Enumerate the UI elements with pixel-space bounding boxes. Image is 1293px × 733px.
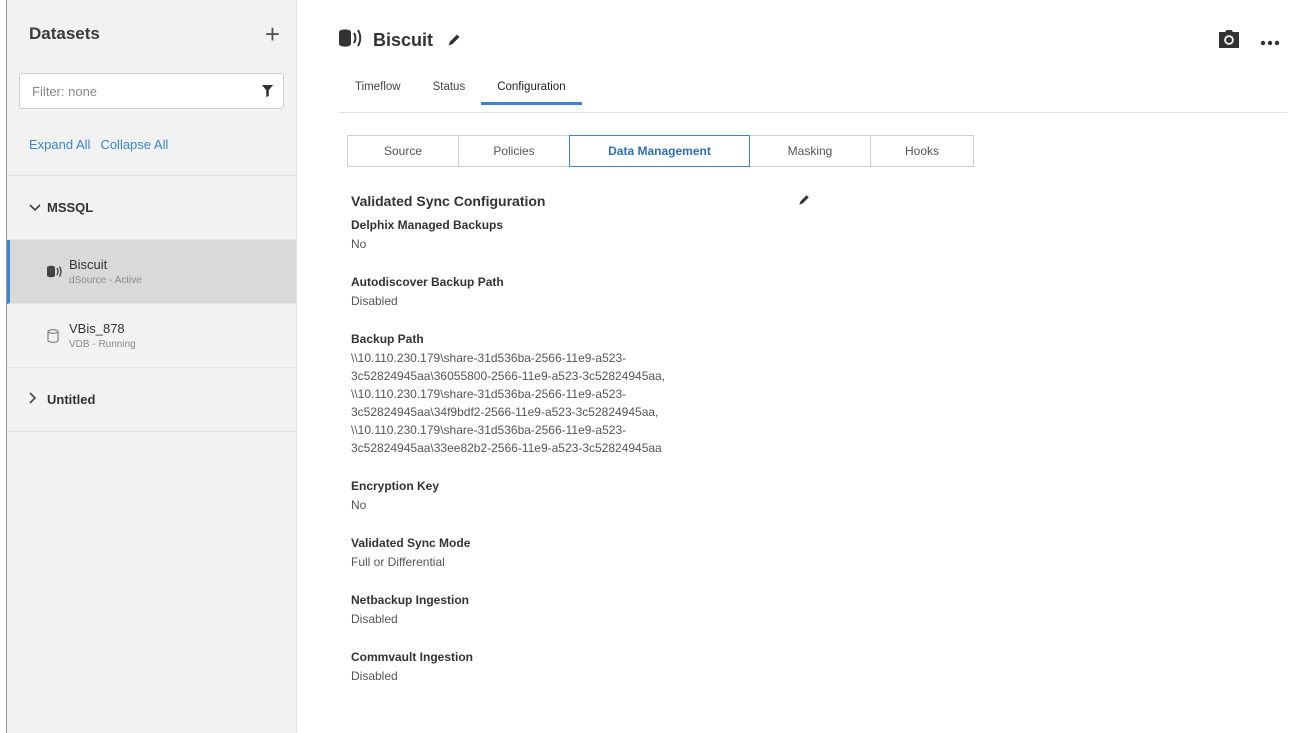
field-value: No (351, 237, 367, 251)
dsource-icon (47, 265, 69, 278)
chevron-right-icon (29, 392, 47, 407)
subtab-policies[interactable]: Policies (458, 135, 570, 167)
expand-all-link[interactable]: Expand All (29, 137, 90, 152)
pencil-icon[interactable] (447, 33, 461, 47)
main-panel: Biscuit Timeflow Status Configuration So… (297, 0, 1293, 733)
camera-icon[interactable] (1218, 30, 1240, 53)
backup-path-line: 3c52824945aa\34f9bdf2-2566-11e9-a523-3c5… (351, 405, 659, 419)
dataset-item-vbis-878[interactable]: VBis_878 VDB - Running (7, 304, 296, 368)
field-label: Encryption Key (351, 479, 440, 493)
backup-path-line: \\10.110.230.179\share-31d536ba-2566-11e… (351, 351, 627, 365)
header-actions (1218, 30, 1280, 53)
field-validated-sync-mode: Validated Sync Mode Full or Differential (351, 535, 851, 571)
config-subtabs: Source Policies Data Management Masking … (347, 135, 1293, 167)
page-title: Biscuit (373, 29, 434, 50)
collapse-all-link[interactable]: Collapse All (100, 137, 168, 152)
field-value: Disabled (351, 294, 398, 308)
backup-path-line: \\10.110.230.179\share-31d536ba-2566-11e… (351, 423, 627, 437)
pencil-icon[interactable] (798, 193, 810, 211)
field-commvault-ingestion: Commvault Ingestion Disabled (351, 649, 851, 685)
app-frame: Datasets + Expand All Collapse All MSSQL (6, 0, 1293, 733)
dataset-name: Biscuit (69, 257, 108, 272)
backup-path-line: 3c52824945aa\36055800-2566-11e9-a523-3c5… (351, 369, 666, 383)
field-label: Autodiscover Backup Path (351, 275, 504, 289)
filter-icon[interactable] (262, 85, 273, 97)
filter-box[interactable] (19, 73, 284, 109)
field-value: Disabled (351, 612, 398, 626)
backup-path-value: \\10.110.230.179\share-31d536ba-2566-11e… (351, 349, 851, 457)
dataset-status: dSource - Active (69, 275, 142, 286)
field-delphix-managed-backups: Delphix Managed Backups No (351, 217, 851, 253)
group-label: MSSQL (47, 200, 94, 215)
chevron-down-icon (29, 200, 47, 215)
dataset-header: Biscuit (297, 0, 1293, 80)
field-autodiscover-backup-path: Autodiscover Backup Path Disabled (351, 274, 851, 310)
dataset-status: VDB - Running (69, 339, 136, 350)
dataset-name: VBis_878 (69, 321, 125, 336)
dataset-item-biscuit[interactable]: Biscuit dSource - Active (7, 240, 296, 304)
field-label: Validated Sync Mode (351, 536, 471, 550)
field-value: Disabled (351, 669, 398, 683)
subtab-data-management[interactable]: Data Management (569, 135, 750, 167)
datasets-sidebar: Datasets + Expand All Collapse All MSSQL (7, 0, 297, 733)
group-label: Untitled (47, 392, 96, 407)
main-tabs: Timeflow Status Configuration (339, 75, 1287, 113)
dsource-icon (339, 28, 363, 53)
field-netbackup-ingestion: Netbackup Ingestion Disabled (351, 592, 851, 628)
backup-path-line: 3c52824945aa\33ee82b2-2566-11e9-a523-3c5… (351, 441, 662, 455)
backup-path-line: \\10.110.230.179\share-31d536ba-2566-11e… (351, 387, 627, 401)
filter-input[interactable] (32, 83, 232, 99)
sidebar-title: Datasets (29, 24, 100, 43)
validated-sync-section: Validated Sync Configuration Delphix Man… (351, 193, 851, 685)
field-encryption-key: Encryption Key No (351, 478, 851, 514)
field-label: Delphix Managed Backups (351, 218, 504, 232)
plus-icon[interactable]: + (265, 21, 280, 47)
expand-collapse-row: Expand All Collapse All (7, 114, 296, 176)
section-title: Validated Sync Configuration (351, 193, 546, 209)
sidebar-header: Datasets + (7, 0, 296, 68)
group-untitled[interactable]: Untitled (7, 368, 296, 432)
field-label: Backup Path (351, 332, 424, 346)
field-label: Commvault Ingestion (351, 650, 474, 664)
field-value: Full or Differential (351, 555, 445, 569)
group-mssql[interactable]: MSSQL (7, 176, 296, 240)
subtab-hooks[interactable]: Hooks (870, 135, 974, 167)
field-backup-path: Backup Path \\10.110.230.179\share-31d53… (351, 331, 851, 457)
vdb-icon (47, 328, 69, 343)
field-label: Netbackup Ingestion (351, 593, 470, 607)
subtab-source[interactable]: Source (347, 135, 459, 167)
more-icon[interactable] (1260, 33, 1280, 51)
field-value: No (351, 498, 367, 512)
subtab-masking[interactable]: Masking (749, 135, 871, 167)
